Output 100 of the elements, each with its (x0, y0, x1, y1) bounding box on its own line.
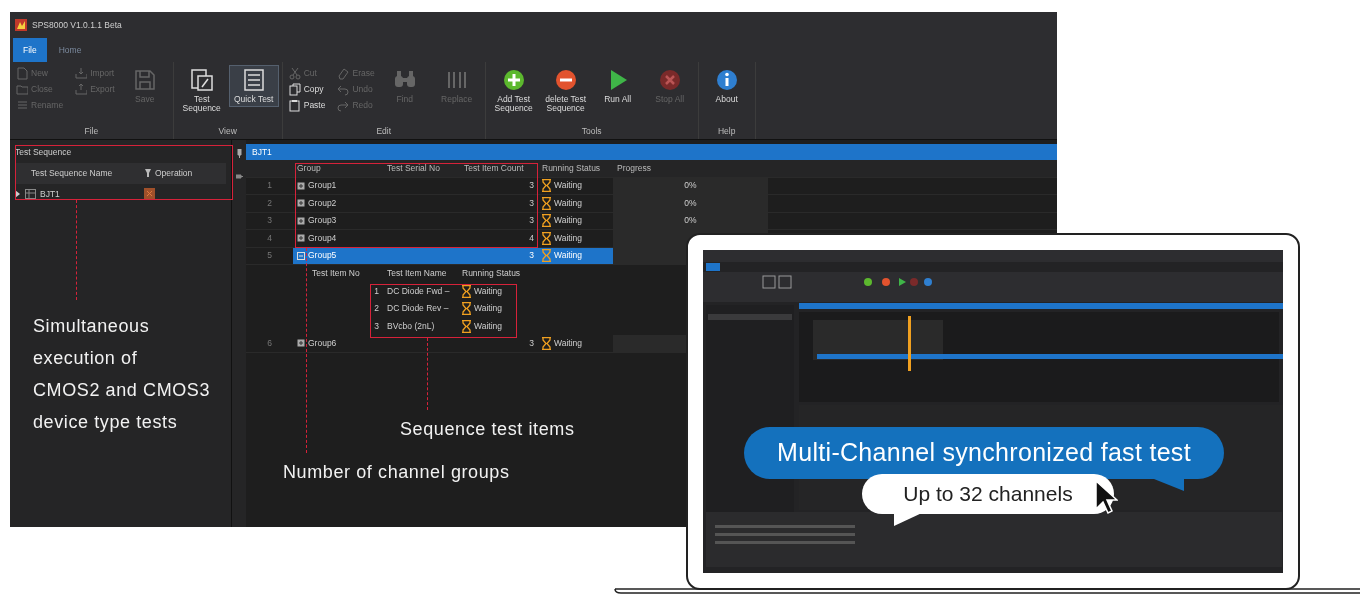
expand-arrow-icon[interactable] (15, 189, 21, 198)
column-header[interactable]: Group (293, 160, 383, 177)
status-text: Waiting (554, 249, 583, 263)
ribbon-group-label: Tools (580, 125, 603, 138)
hourglass-icon (462, 302, 471, 316)
document-icon (16, 67, 28, 80)
scissors-icon (288, 67, 301, 80)
column-header[interactable]: Test Serial No (383, 160, 460, 177)
folder-icon (16, 83, 28, 96)
table-cell: 1 (374, 284, 379, 298)
status-text: Waiting (554, 231, 583, 245)
ribbon-button[interactable]: Paste (286, 98, 328, 113)
filter-icon[interactable] (145, 169, 151, 178)
expander-icon[interactable] (297, 234, 305, 243)
group-name: Group6 (308, 336, 337, 350)
status-text: Waiting (554, 336, 583, 350)
table-cell: DC Diode Rev – (387, 302, 449, 316)
ribbon-button[interactable]: Test Sequence (177, 66, 226, 115)
ribbon-tab[interactable]: Home (48, 38, 92, 62)
copy-icon (288, 83, 301, 96)
column-header[interactable]: Test Item Count (460, 160, 538, 177)
expander-icon[interactable] (297, 339, 305, 348)
status-text: Waiting (554, 179, 583, 193)
close-circle-icon (657, 68, 682, 92)
row-number: 4 (266, 231, 273, 245)
ribbon-group-label: View (217, 125, 238, 138)
sequence-name[interactable]: BJT1 (40, 187, 140, 201)
clipboard-icon (288, 99, 301, 112)
minus-circle-icon (553, 68, 578, 92)
column-header[interactable]: Running Status (538, 160, 613, 177)
expander-icon[interactable] (297, 251, 305, 260)
progress-cell: 0% (613, 195, 768, 212)
group-name: Group2 (308, 196, 337, 210)
hourglass-icon (542, 179, 551, 193)
ribbon-group-label: Edit (375, 125, 393, 138)
status-text: Waiting (554, 196, 583, 210)
hourglass-icon (542, 196, 551, 210)
table-icon (25, 188, 36, 199)
window-title: SPS8000 V1.0.1.1 Beta (32, 18, 122, 32)
expander-icon[interactable] (297, 181, 305, 190)
table-cell: DC Diode Fwd – (387, 284, 450, 298)
group-name: Group3 (308, 214, 337, 228)
row-number: 6 (266, 336, 273, 350)
ribbon-button[interactable]: delete Test Sequence (541, 66, 590, 115)
document-tab[interactable]: BJT1 (246, 144, 1057, 160)
hourglass-icon (542, 336, 551, 350)
hourglass-icon (542, 249, 551, 263)
group-name: Group1 (308, 179, 337, 193)
ribbon-group-label: File (83, 125, 100, 138)
table-cell: 3 (374, 319, 379, 333)
hourglass-icon (462, 319, 471, 333)
ribbon-group-label: Help (716, 125, 737, 138)
table-cell-text: 3 (528, 214, 535, 228)
row-number: 2 (266, 196, 273, 210)
panel-title: Test Sequence (15, 146, 73, 159)
group-name: Group5 (308, 249, 337, 263)
tray-icon (75, 67, 88, 80)
ribbon-tab[interactable]: File (13, 38, 47, 62)
info-icon (714, 68, 739, 92)
cursor-icon (1094, 479, 1118, 515)
table-cell: BVcbo (2nL) (387, 319, 435, 333)
row-number: 3 (266, 214, 273, 228)
undo-icon (337, 83, 350, 96)
status-text: Waiting (474, 284, 503, 298)
ribbon-button[interactable]: Run All (593, 66, 642, 106)
ribbon-button[interactable]: Add Test Sequence (489, 66, 538, 115)
column-header[interactable]: Test Sequence Name (31, 166, 141, 180)
pin-icon[interactable] (235, 174, 243, 179)
app-logo-icon (15, 19, 27, 31)
leader-line (427, 338, 428, 410)
annotation-text: Simultaneous execution of CMOS2 and CMOS3 device type tests (33, 315, 211, 434)
list-icon (16, 99, 28, 112)
expander-icon[interactable] (297, 216, 305, 225)
column-header[interactable]: Test Item No (308, 265, 383, 283)
hourglass-icon (542, 214, 551, 228)
hourglass-icon (542, 231, 551, 245)
ribbon-button[interactable]: About (702, 66, 751, 106)
document-edit-icon (189, 68, 214, 92)
table-cell-text: 3 (528, 179, 535, 193)
pin-icon[interactable] (236, 149, 242, 158)
column-header[interactable]: Test Item Name (383, 265, 458, 283)
redo-icon (337, 99, 350, 112)
expander-icon[interactable] (297, 199, 305, 208)
status-text: Waiting (474, 302, 503, 316)
table-cell-text: 3 (528, 196, 535, 210)
table-cell: 2 (374, 302, 379, 316)
ribbon-button[interactable]: Copy (286, 82, 328, 97)
hourglass-icon (462, 284, 471, 298)
plus-circle-icon (501, 68, 526, 92)
column-header[interactable]: Operation (155, 166, 193, 180)
column-header[interactable]: Progress (613, 160, 768, 177)
group-name: Group4 (308, 231, 337, 245)
annotation-text: Number of channel groups (283, 461, 510, 484)
table-cell-text: 3 (528, 336, 535, 350)
column-header[interactable]: Running Status (458, 265, 530, 283)
status-text: Waiting (474, 319, 503, 333)
row-number: 1 (266, 179, 273, 193)
annotation-text: Sequence test items (400, 418, 575, 441)
eraser-icon (337, 67, 350, 80)
ribbon-button[interactable]: Quick Test (229, 66, 278, 106)
